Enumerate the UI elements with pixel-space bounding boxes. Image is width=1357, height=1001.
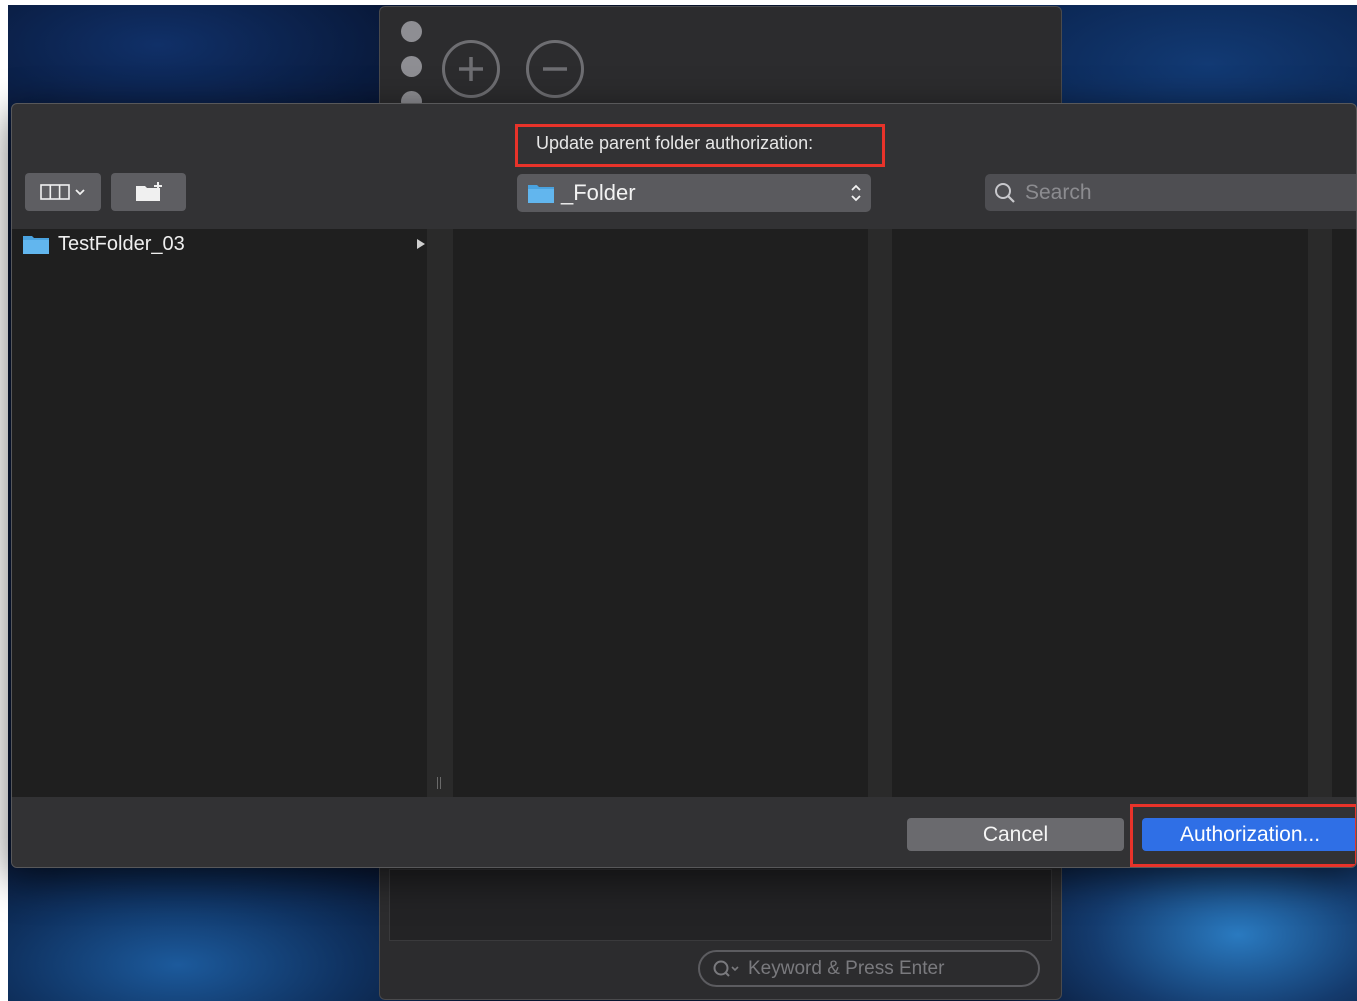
- minus-circle-icon[interactable]: [526, 40, 584, 98]
- keyword-search-placeholder: Keyword & Press Enter: [748, 957, 945, 979]
- background-content-panel: [389, 869, 1052, 941]
- dialog-footer: Cancel Authorization...: [12, 797, 1356, 867]
- column-divider[interactable]: [1308, 229, 1332, 797]
- folder-icon: [528, 185, 554, 203]
- path-popup-label: _Folder: [561, 180, 636, 205]
- path-popup-button[interactable]: _Folder: [517, 174, 871, 212]
- column-view-icon: [40, 184, 70, 200]
- window-minimize-dot[interactable]: [401, 56, 422, 77]
- column-resize-grip[interactable]: [435, 777, 443, 791]
- new-folder-button[interactable]: [111, 173, 186, 211]
- column-divider[interactable]: [427, 229, 453, 797]
- folder-icon: [23, 236, 49, 254]
- cancel-button[interactable]: Cancel: [907, 818, 1124, 851]
- dialog-message: Update parent folder authorization:: [536, 133, 814, 153]
- new-folder-icon: [135, 182, 162, 201]
- disclosure-arrow-icon: [417, 239, 425, 249]
- updown-chevron-icon: [851, 184, 861, 202]
- view-options-button[interactable]: [25, 173, 101, 211]
- search-icon: [713, 960, 739, 977]
- window-close-dot[interactable]: [401, 21, 422, 42]
- plus-circle-icon[interactable]: [442, 40, 500, 98]
- authorization-button[interactable]: Authorization...: [1142, 818, 1356, 851]
- column-divider[interactable]: [868, 229, 892, 797]
- search-input[interactable]: Search: [985, 174, 1356, 211]
- column-browser: TestFolder_03: [12, 229, 1356, 797]
- list-item[interactable]: TestFolder_03: [22, 231, 426, 257]
- search-placeholder: Search: [1025, 180, 1092, 204]
- list-item-label: TestFolder_03: [58, 232, 185, 255]
- chevron-down-icon: [75, 189, 85, 196]
- search-icon: [995, 182, 1015, 203]
- keyword-search-field[interactable]: Keyword & Press Enter: [698, 950, 1040, 987]
- folder-authorization-dialog: Update parent folder authorization: _Fol…: [11, 103, 1357, 868]
